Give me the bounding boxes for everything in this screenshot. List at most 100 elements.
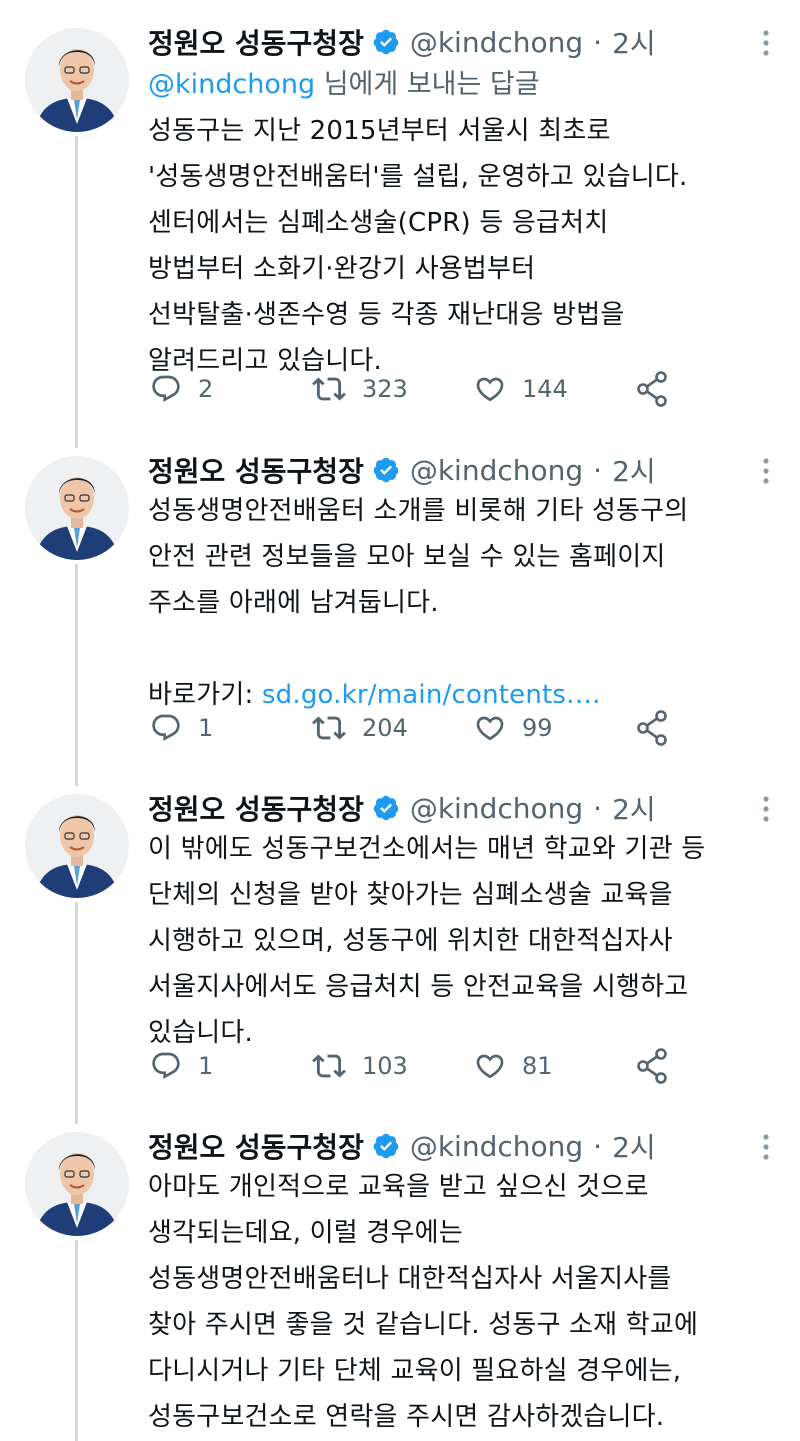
- tweet-text-line: 성동생명안전배움터 소개를 비롯해 기타 성동구의: [148, 496, 689, 526]
- separator-dot: ·: [593, 791, 603, 825]
- reply-count: 1: [198, 714, 214, 742]
- tweet-time[interactable]: 2시: [612, 450, 656, 490]
- tweet-time[interactable]: 2시: [612, 1126, 656, 1166]
- reply-icon: [150, 1050, 182, 1082]
- author-handle[interactable]: @kindchong: [410, 1130, 583, 1163]
- tweet-text-line: 선박탈출·생존수영 등 각종 재난대응 방법을: [148, 300, 625, 330]
- tweet-actions: 1 204 99: [148, 708, 748, 748]
- tweet-header: 정원오 성동구청장 @kindchong · 2시: [148, 448, 656, 492]
- retweet-icon: [312, 1049, 346, 1083]
- like-count: 144: [522, 375, 568, 403]
- author-name[interactable]: 정원오 성동구청장: [148, 1126, 364, 1166]
- tweet-header: 정원오 성동구청장 @kindchong · 2시: [148, 20, 656, 64]
- tweet-text-line: '성동생명안전배움터'를 설립, 운영하고 있습니다.: [148, 162, 688, 192]
- author-name[interactable]: 정원오 성동구청장: [148, 22, 364, 62]
- tweet-text-line: 센터에서는 심폐소생술(CPR) 등 응급처치: [148, 208, 609, 238]
- author-handle[interactable]: @kindchong: [410, 792, 583, 825]
- tweet-text-line: 안전 관련 정보들을 모아 보실 수 있는 홈페이지: [148, 542, 666, 572]
- reply-icon: [150, 373, 182, 405]
- more-options-icon[interactable]: [760, 458, 772, 484]
- tweet-actions: 1 103 81: [148, 1046, 748, 1086]
- separator-dot: ·: [593, 1129, 603, 1163]
- tweet[interactable]: 정원오 성동구청장 @kindchong · 2시 성동생명안전배움터 소개를 …: [0, 428, 800, 768]
- retweet-icon: [312, 372, 346, 406]
- like-button[interactable]: 144: [474, 369, 568, 409]
- tweet[interactable]: 정원오 성동구청장 @kindchong · 2시 아마도 개인적으로 교육을 …: [0, 1104, 800, 1441]
- like-button[interactable]: 99: [474, 708, 553, 748]
- author-name[interactable]: 정원오 성동구청장: [148, 788, 364, 828]
- like-button[interactable]: 81: [474, 1046, 553, 1086]
- share-button[interactable]: [636, 1048, 668, 1088]
- tweet-time[interactable]: 2시: [612, 22, 656, 62]
- tweet-text-line: 시행하고 있으며, 성동구에 위치한 대한적십자사: [148, 926, 673, 956]
- like-count: 81: [522, 1052, 553, 1080]
- heart-icon: [474, 1050, 506, 1082]
- tweet-text: 이 밖에도 성동구보건소에서는 매년 학교와 기관 등 단체의 신청을 받아 찾…: [148, 826, 778, 1056]
- separator-dot: ·: [593, 25, 603, 59]
- retweet-count: 204: [362, 714, 408, 742]
- tweet-text-line: 성동구는 지난 2015년부터 서울시 최초로: [148, 116, 611, 146]
- retweet-icon: [312, 711, 346, 745]
- avatar[interactable]: [25, 1132, 129, 1236]
- verified-badge-icon: [372, 1132, 400, 1160]
- reply-mention-link[interactable]: @kindchong: [148, 69, 315, 100]
- tweet-text-line: 성동구보건소로 연락을 주시면 감사하겠습니다.: [148, 1402, 665, 1432]
- homepage-link[interactable]: sd.go.kr/main/contents.…: [262, 680, 601, 710]
- share-button[interactable]: [636, 371, 668, 411]
- heart-icon: [474, 712, 506, 744]
- share-icon: [636, 1048, 668, 1088]
- separator-dot: ·: [593, 453, 603, 487]
- share-button[interactable]: [636, 710, 668, 750]
- avatar[interactable]: [25, 794, 129, 898]
- replying-to: @kindchong 님에게 보내는 답글: [148, 62, 540, 101]
- link-prefix: 바로가기:: [148, 680, 262, 710]
- tweet-text-line: 서울지사에서도 응급처치 등 안전교육을 시행하고: [148, 972, 689, 1002]
- tweet-text: 성동생명안전배움터 소개를 비롯해 기타 성동구의 안전 관련 정보들을 모아 …: [148, 488, 778, 718]
- retweet-button[interactable]: 204: [312, 708, 408, 748]
- tweet-header: 정원오 성동구청장 @kindchong · 2시: [148, 1124, 656, 1168]
- like-count: 99: [522, 714, 553, 742]
- verified-badge-icon: [372, 456, 400, 484]
- tweet-text-line: 방법부터 소화기·완강기 사용법부터: [148, 254, 536, 284]
- reply-button[interactable]: 2: [150, 369, 213, 409]
- share-icon: [636, 371, 668, 411]
- tweet[interactable]: 정원오 성동구청장 @kindchong · 2시 이 밖에도 성동구보건소에서…: [0, 766, 800, 1106]
- share-icon: [636, 710, 668, 750]
- tweet-actions: 2 323 144: [148, 369, 748, 409]
- tweet-text-line: 성동생명안전배움터나 대한적십자사 서울지사를: [148, 1264, 672, 1294]
- tweet-time[interactable]: 2시: [612, 788, 656, 828]
- reply-button[interactable]: 1: [150, 1046, 213, 1086]
- tweet-text-line: 찾아 주시면 좋을 것 같습니다. 성동구 소재 학교에: [148, 1310, 699, 1340]
- retweet-count: 103: [362, 1052, 408, 1080]
- tweet[interactable]: 정원오 성동구청장 @kindchong · 2시 @kindchong 님에게…: [0, 0, 800, 430]
- more-options-icon[interactable]: [760, 796, 772, 822]
- verified-badge-icon: [372, 28, 400, 56]
- retweet-count: 323: [362, 375, 408, 403]
- tweet-header: 정원오 성동구청장 @kindchong · 2시: [148, 786, 656, 830]
- tweet-text-line: 아마도 개인적으로 교육을 받고 싶으신 것으로: [148, 1172, 649, 1202]
- tweet-text-line: 생각되는데요, 이럴 경우에는: [148, 1218, 463, 1248]
- reply-to-suffix: 님에게 보내는 답글: [323, 69, 540, 100]
- more-options-icon[interactable]: [760, 30, 772, 56]
- author-handle[interactable]: @kindchong: [410, 26, 583, 59]
- tweet-text: 아마도 개인적으로 교육을 받고 싶으신 것으로 생각되는데요, 이럴 경우에는…: [148, 1164, 778, 1440]
- retweet-button[interactable]: 103: [312, 1046, 408, 1086]
- heart-icon: [474, 373, 506, 405]
- reply-count: 2: [198, 375, 214, 403]
- tweet-text: 성동구는 지난 2015년부터 서울시 최초로 '성동생명안전배움터'를 설립,…: [148, 108, 778, 384]
- tweet-text-line: 단체의 신청을 받아 찾아가는 심폐소생술 교육을: [148, 880, 673, 910]
- avatar[interactable]: [25, 456, 129, 560]
- retweet-button[interactable]: 323: [312, 369, 408, 409]
- reply-button[interactable]: 1: [150, 708, 213, 748]
- author-handle[interactable]: @kindchong: [410, 454, 583, 487]
- more-options-icon[interactable]: [760, 1134, 772, 1160]
- verified-badge-icon: [372, 794, 400, 822]
- reply-count: 1: [198, 1052, 214, 1080]
- reply-icon: [150, 712, 182, 744]
- tweet-text-line: 다니시거나 기타 단체 교육이 필요하실 경우에는,: [148, 1356, 682, 1386]
- author-name[interactable]: 정원오 성동구청장: [148, 450, 364, 490]
- tweet-text-line: 주소를 아래에 남겨둡니다.: [148, 588, 439, 618]
- tweet-text-line: 이 밖에도 성동구보건소에서는 매년 학교와 기관 등: [148, 834, 706, 864]
- avatar[interactable]: [25, 28, 129, 132]
